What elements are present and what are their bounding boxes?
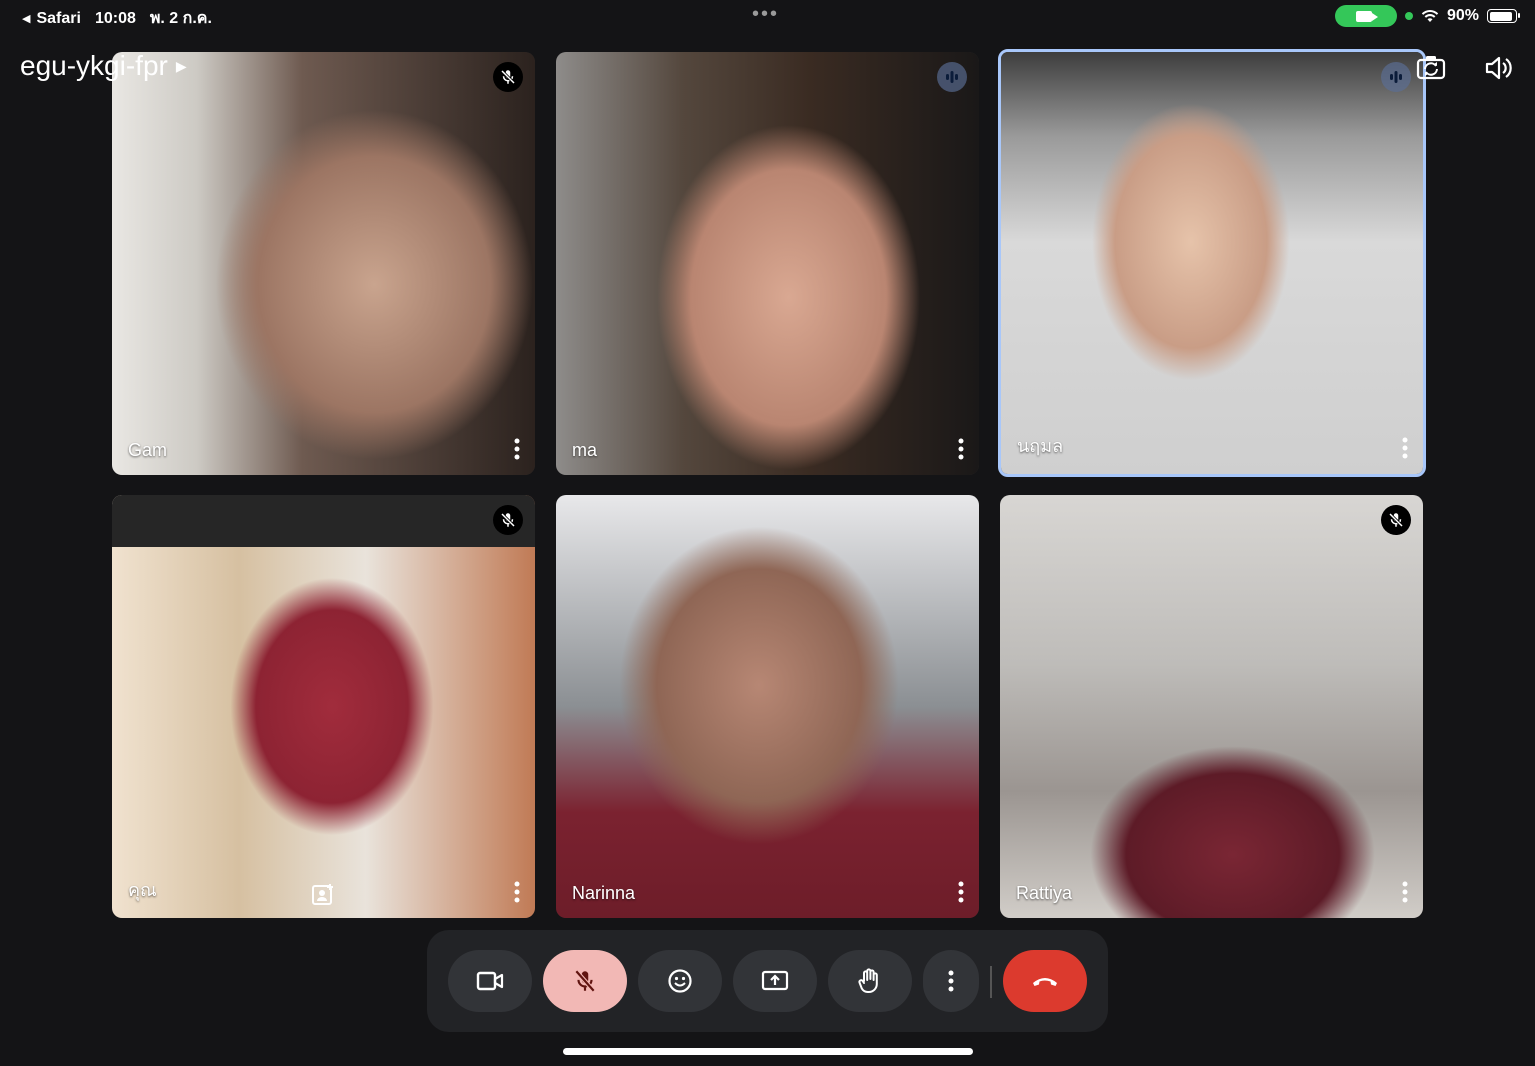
audio-level-icon <box>1381 62 1411 92</box>
controls-divider <box>990 966 992 998</box>
participant-video <box>1000 495 1423 918</box>
more-vert-icon <box>948 970 954 992</box>
participant-tile-gam[interactable]: Gam <box>112 52 535 475</box>
participant-tile-ma[interactable]: ma <box>556 52 979 475</box>
participant-name: ma <box>572 440 598 460</box>
status-right: 90% <box>1334 5 1520 27</box>
raise-hand-button[interactable] <box>828 950 912 1012</box>
speaker-icon[interactable] <box>1482 52 1514 84</box>
multitask-dots-icon[interactable]: ••• <box>752 4 779 24</box>
status-date: พ. 2 ก.ค. <box>149 10 212 27</box>
participant-video <box>1001 52 1423 474</box>
status-bar: ◀ Safari 10:08 พ. 2 ก.ค. ••• 90% <box>0 0 1535 32</box>
back-arrow-icon[interactable]: ◀ <box>22 12 30 25</box>
present-button[interactable] <box>733 950 817 1012</box>
battery-percent: 90% <box>1446 7 1479 24</box>
video-camera-icon <box>476 971 504 991</box>
camera-indicator-dot <box>1404 12 1413 20</box>
camera-button[interactable] <box>448 950 532 1012</box>
audio-level-icon <box>937 62 967 92</box>
microphone-button[interactable] <box>543 950 627 1012</box>
back-app-label[interactable]: Safari <box>36 10 80 28</box>
participant-name: นฤมล <box>1017 436 1064 456</box>
phone-hangup-icon <box>1033 978 1057 986</box>
more-vert-icon[interactable] <box>507 878 527 906</box>
self-video <box>112 495 535 918</box>
status-left: ◀ Safari 10:08 พ. 2 ก.ค. <box>22 6 212 31</box>
more-vert-icon[interactable] <box>507 435 527 463</box>
participant-tile-self[interactable]: คุณ <box>112 495 535 918</box>
more-options-button[interactable] <box>923 950 979 1012</box>
emoji-icon <box>668 969 692 993</box>
home-indicator[interactable] <box>563 1048 973 1055</box>
mic-off-icon <box>493 62 523 92</box>
mic-off-icon <box>493 505 523 535</box>
more-vert-icon[interactable] <box>951 435 971 463</box>
participant-video <box>556 52 979 475</box>
participant-tile-narumon[interactable]: นฤมล <box>998 49 1426 477</box>
meeting-code-label: egu-ykgi-fpr <box>20 50 168 81</box>
pin-icon[interactable] <box>310 882 336 908</box>
call-controls <box>427 930 1108 1032</box>
participant-name: คุณ <box>128 880 157 900</box>
reactions-button[interactable] <box>638 950 722 1012</box>
participant-name: Narinna <box>572 883 636 903</box>
present-screen-icon <box>761 970 789 991</box>
chevron-right-icon: ▶ <box>175 57 187 74</box>
camera-in-use-icon <box>1334 5 1397 27</box>
participant-name: Rattiya <box>1016 883 1073 903</box>
participant-tile-narinna[interactable]: Narinna <box>556 495 979 918</box>
more-vert-icon[interactable] <box>1395 878 1415 906</box>
wifi-icon <box>1421 9 1439 22</box>
leave-call-button[interactable] <box>1003 950 1087 1012</box>
switch-camera-icon[interactable] <box>1415 52 1447 84</box>
mic-off-icon <box>574 969 596 993</box>
status-time: 10:08 <box>94 9 136 27</box>
meeting-code[interactable]: egu-ykgi-fpr ▶ <box>20 50 187 82</box>
mic-off-icon <box>1381 505 1411 535</box>
participant-video <box>112 52 535 475</box>
participant-tile-rattiya[interactable]: Rattiya <box>1000 495 1423 918</box>
more-vert-icon[interactable] <box>951 878 971 906</box>
participant-video <box>556 495 979 918</box>
participant-name: Gam <box>128 440 168 460</box>
hand-icon <box>858 968 878 993</box>
more-vert-icon[interactable] <box>1395 434 1415 462</box>
battery-icon <box>1487 9 1520 23</box>
